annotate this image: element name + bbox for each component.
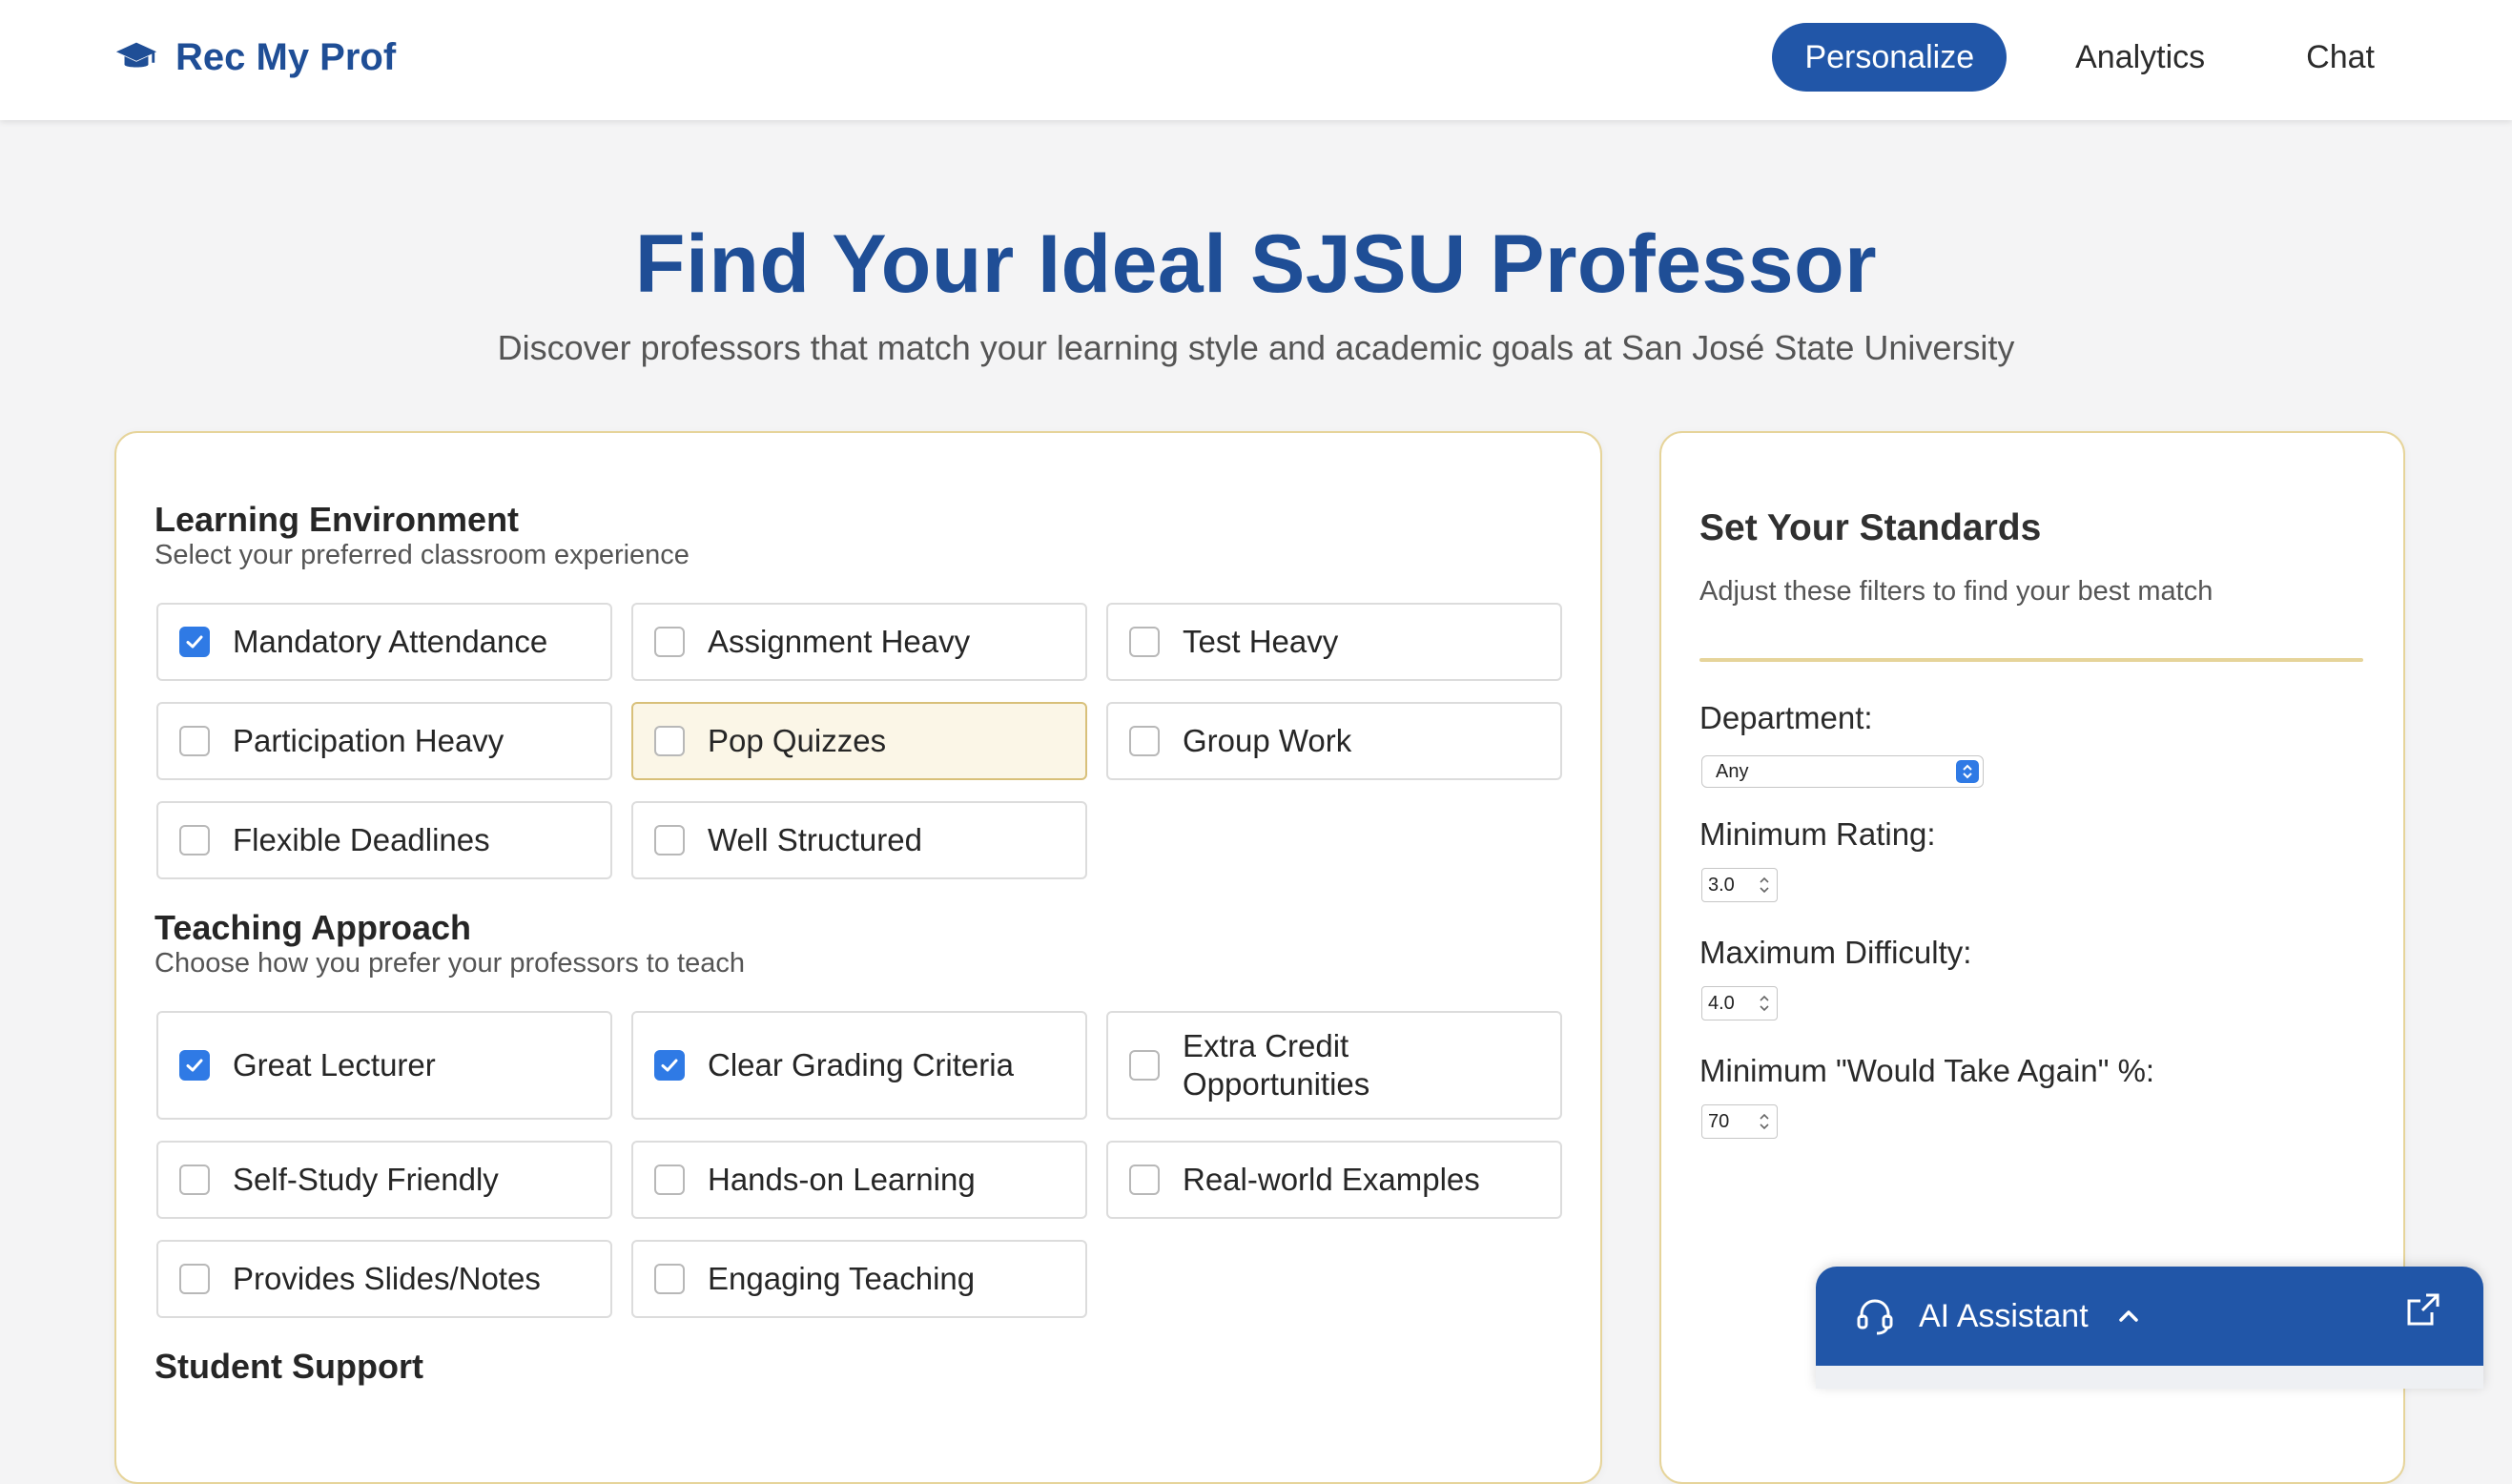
divider [1699, 658, 2363, 662]
option-label: Extra Credit Opportunities [1183, 1028, 1370, 1102]
checkbox[interactable] [179, 825, 210, 855]
ai-assistant-widget[interactable]: AI Assistant [1816, 1267, 2483, 1389]
option-label: Group Work [1183, 723, 1352, 758]
checkbox[interactable] [179, 1050, 210, 1081]
option-test-heavy[interactable]: Test Heavy [1106, 603, 1562, 681]
check-icon [186, 635, 203, 649]
checkbox[interactable] [1129, 1050, 1160, 1081]
option-label: Assignment Heavy [708, 624, 971, 659]
option-label: Provides Slides/Notes [233, 1261, 541, 1296]
ai-assistant-body-edge [1816, 1366, 2483, 1389]
top-navbar: Rec My Prof Personalize Analytics Chat [0, 0, 2512, 120]
nav-chat[interactable]: Chat [2274, 23, 2407, 92]
checkbox[interactable] [654, 825, 685, 855]
option-well-structured[interactable]: Well Structured [631, 801, 1087, 879]
option-hands-on-learning[interactable]: Hands-on Learning [631, 1141, 1087, 1219]
stepper-icon[interactable] [1758, 875, 1771, 896]
option-label: Hands-on Learning [708, 1162, 976, 1197]
checkbox[interactable] [654, 627, 685, 657]
option-engaging-teaching[interactable]: Engaging Teaching [631, 1240, 1087, 1318]
min-rating-input[interactable]: 3.0 [1701, 868, 1778, 902]
option-provides-slides-notes[interactable]: Provides Slides/Notes [156, 1240, 612, 1318]
page-title: Find Your Ideal SJSU Professor [634, 218, 1878, 310]
checkbox[interactable] [1129, 726, 1160, 756]
option-label: Mandatory Attendance [233, 624, 548, 659]
option-self-study-friendly[interactable]: Self-Study Friendly [156, 1141, 612, 1219]
option-label: Real-world Examples [1183, 1162, 1480, 1197]
option-group-work[interactable]: Group Work [1106, 702, 1562, 780]
graduation-cap-icon [115, 42, 157, 68]
option-participation-heavy[interactable]: Participation Heavy [156, 702, 612, 780]
option-label: Clear Grading Criteria [708, 1047, 1014, 1082]
page-subtitle: Discover professors that match your lear… [497, 328, 2015, 367]
option-label: Well Structured [708, 822, 922, 857]
option-assignment-heavy[interactable]: Assignment Heavy [631, 603, 1087, 681]
brand-logo-link[interactable]: Rec My Prof [114, 29, 396, 86]
section-subtitle-learning-environment: Select your preferred classroom experien… [154, 540, 690, 570]
section-title-teaching-approach: Teaching Approach [154, 908, 472, 947]
checkbox[interactable] [654, 1165, 685, 1195]
nav-links: Personalize Analytics Chat [1736, 23, 2407, 92]
section-title-student-support: Student Support [154, 1347, 423, 1386]
external-link-icon[interactable] [2403, 1289, 2443, 1329]
option-label: Engaging Teaching [708, 1261, 976, 1296]
option-extra-credit-opportunities[interactable]: Extra Credit Opportunities [1106, 1011, 1562, 1120]
ai-assistant-header[interactable]: AI Assistant [1854, 1295, 2142, 1337]
department-select[interactable]: Any [1701, 755, 1984, 788]
option-label: Test Heavy [1183, 624, 1339, 659]
checkbox[interactable] [179, 1264, 210, 1294]
section-title-learning-environment: Learning Environment [154, 500, 520, 539]
department-value: Any [1716, 760, 1749, 782]
select-arrows-icon [1956, 760, 1979, 783]
option-label: Participation Heavy [233, 723, 504, 758]
nav-personalize[interactable]: Personalize [1772, 23, 2008, 92]
would-take-again-input[interactable]: 70 [1701, 1104, 1778, 1139]
standards-title: Set Your Standards [1699, 507, 2042, 548]
preferences-card: Learning Environment Select your preferr… [114, 431, 1602, 1484]
brand-name: Rec My Prof [175, 35, 397, 78]
standards-subtitle: Adjust these filters to find your best m… [1699, 576, 2213, 607]
option-great-lecturer[interactable]: Great Lecturer [156, 1011, 612, 1120]
checkbox[interactable] [654, 726, 685, 756]
max-difficulty-value: 4.0 [1708, 992, 1735, 1014]
option-label: Pop Quizzes [708, 723, 887, 758]
stepper-icon[interactable] [1758, 993, 1771, 1014]
headset-icon [1857, 1299, 1893, 1335]
check-icon [186, 1059, 203, 1072]
ai-assistant-label: AI Assistant [1919, 1297, 2089, 1334]
would-take-again-value: 70 [1708, 1110, 1730, 1132]
checkbox[interactable] [179, 627, 210, 657]
min-rating-label: Minimum Rating: [1699, 816, 1936, 852]
option-pop-quizzes[interactable]: Pop Quizzes [631, 702, 1087, 780]
department-label: Department: [1699, 700, 1873, 735]
checkbox[interactable] [654, 1050, 685, 1081]
option-clear-grading-criteria[interactable]: Clear Grading Criteria [631, 1011, 1087, 1120]
option-label: Great Lecturer [233, 1047, 436, 1082]
chevron-up-icon[interactable] [2115, 1303, 2142, 1329]
option-label: Self-Study Friendly [233, 1162, 499, 1197]
checkbox[interactable] [654, 1264, 685, 1294]
max-difficulty-label: Maximum Difficulty: [1699, 935, 1972, 970]
nav-analytics[interactable]: Analytics [2043, 23, 2237, 92]
checkbox[interactable] [179, 1165, 210, 1195]
checkbox[interactable] [1129, 627, 1160, 657]
check-icon [661, 1059, 678, 1072]
checkbox[interactable] [1129, 1165, 1160, 1195]
checkbox[interactable] [179, 726, 210, 756]
max-difficulty-input[interactable]: 4.0 [1701, 986, 1778, 1020]
min-rating-value: 3.0 [1708, 874, 1735, 896]
option-flexible-deadlines[interactable]: Flexible Deadlines [156, 801, 612, 879]
would-take-again-label: Minimum "Would Take Again" %: [1699, 1053, 2155, 1088]
option-label: Flexible Deadlines [233, 822, 490, 857]
option-real-world-examples[interactable]: Real-world Examples [1106, 1141, 1562, 1219]
stepper-icon[interactable] [1758, 1111, 1771, 1132]
section-subtitle-teaching-approach: Choose how you prefer your professors to… [154, 948, 745, 979]
option-mandatory-attendance[interactable]: Mandatory Attendance [156, 603, 612, 681]
